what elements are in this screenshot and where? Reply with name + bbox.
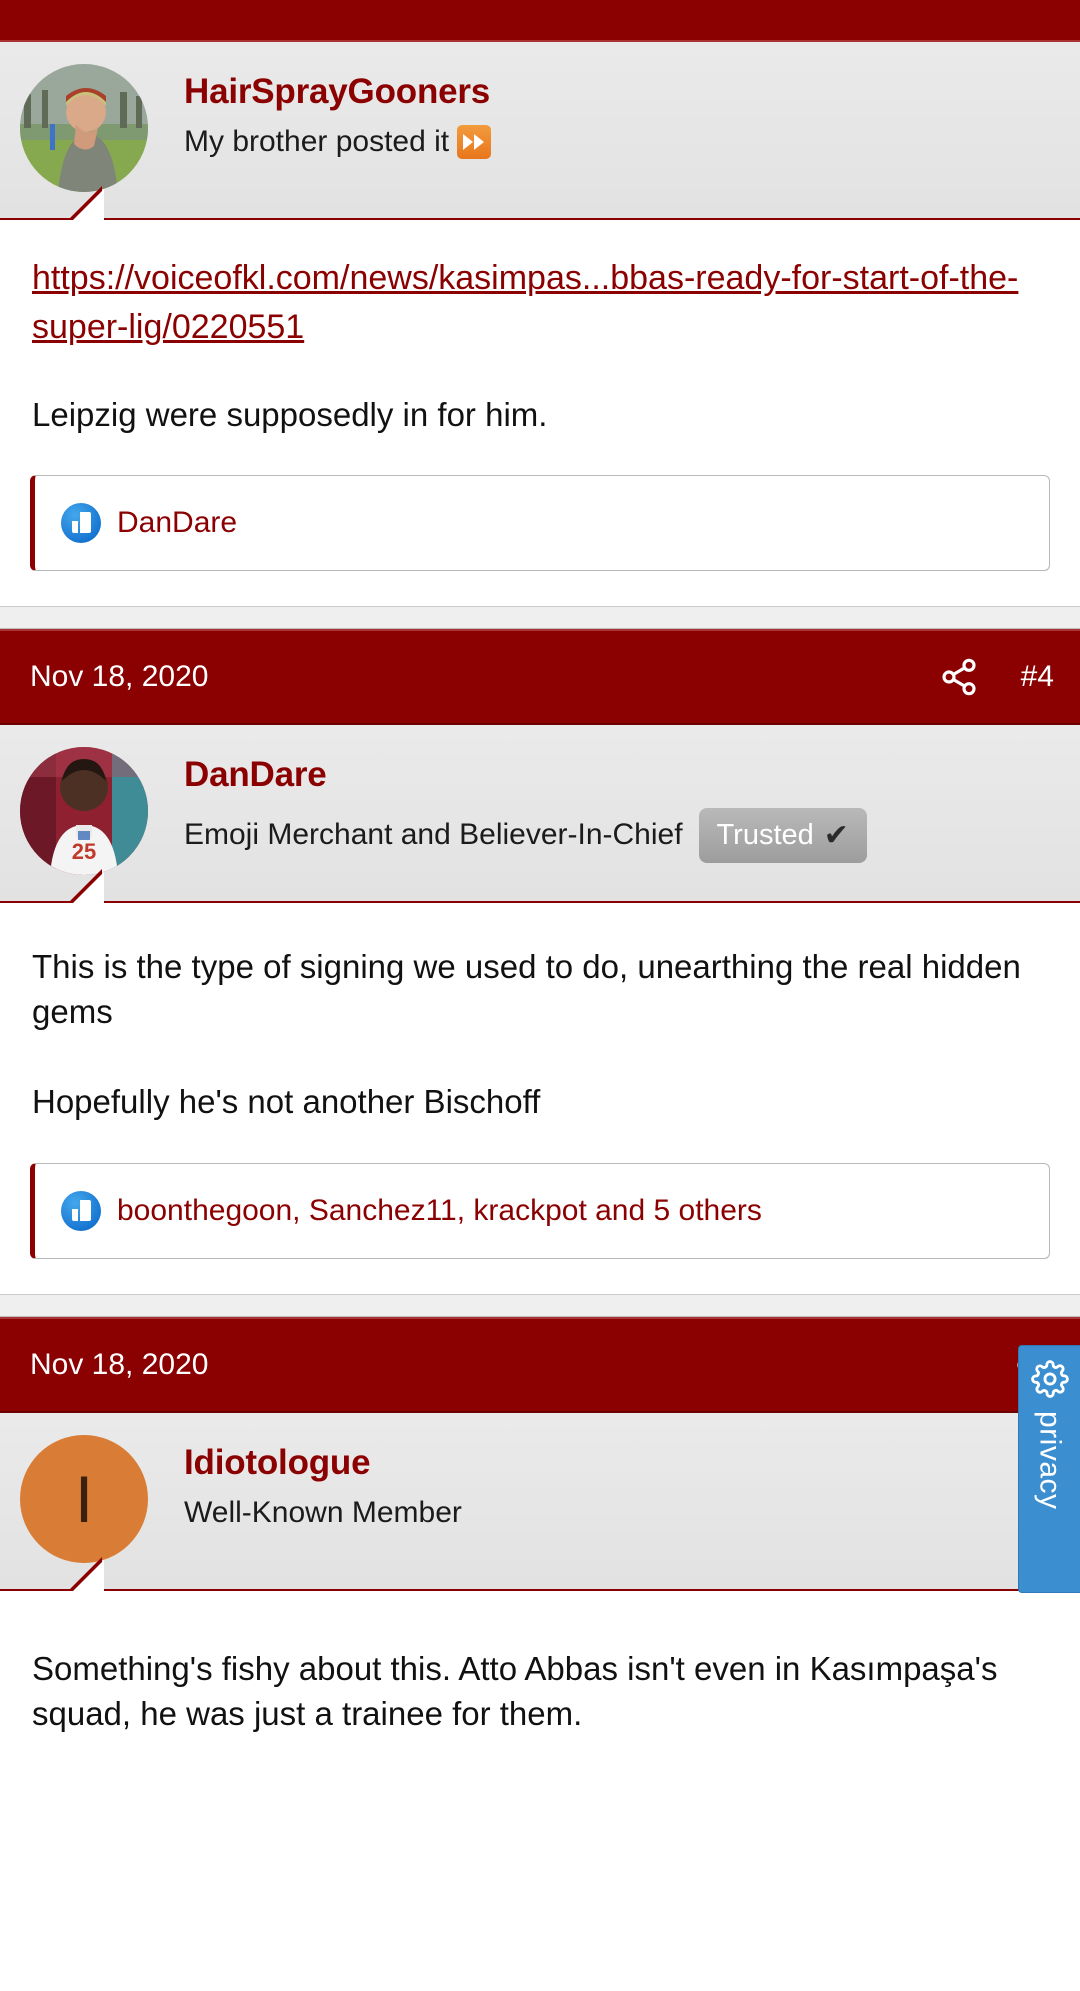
post-text: This is the type of signing we used to d… (32, 948, 1021, 1121)
forum-thread-page: HairSprayGooners My brother posted it ht… (0, 0, 1080, 1991)
post-author-meta: DanDare Emoji Merchant and Believer-In-C… (184, 747, 1060, 863)
post-header: 25 DanDare Emoji Merchant and Believer-I… (0, 725, 1080, 904)
post-header: I Idiotologue Well-Known Member (0, 1412, 1080, 1591)
post-text: Something's fishy about this. Atto Abbas… (32, 1649, 998, 1732)
privacy-tab-label: privacy (1033, 1411, 1067, 1510)
post-body: https://voiceofkl.com/news/kasimpas...bb… (0, 220, 1080, 448)
post-divider (0, 1258, 1080, 1295)
post-author-meta: Idiotologue Well-Known Member (184, 1435, 1060, 1531)
author-name[interactable]: DanDare (184, 755, 1060, 795)
author-name[interactable]: HairSprayGooners (184, 72, 1060, 112)
post-divider (0, 571, 1080, 608)
post-link[interactable]: https://voiceofkl.com/news/kasimpas...bb… (32, 254, 1048, 353)
likers-list[interactable]: boonthegoon, Sanchez11, krackpot and 5 o… (117, 1193, 762, 1229)
header-notch (68, 869, 124, 904)
share-icon[interactable] (939, 657, 979, 697)
app-header-bar (0, 0, 1080, 42)
gear-icon (1030, 1360, 1069, 1403)
header-notch (68, 1556, 124, 1591)
likes-section: DanDare (0, 447, 1080, 572)
header-notch (68, 186, 124, 220)
trusted-badge-label: Trusted (716, 818, 814, 851)
post-hairspraygooners: HairSprayGooners My brother posted it ht… (0, 42, 1080, 630)
post-text: Leipzig were supposedly in for him. (32, 395, 548, 433)
svg-text:25: 25 (72, 839, 96, 864)
post-meta-bar: Nov 18, 2020 #4 (0, 629, 1080, 726)
likes-box[interactable]: DanDare (30, 475, 1050, 572)
author-title: Emoji Merchant and Believer-In-Chief (184, 818, 683, 852)
privacy-tab[interactable]: privacy (1018, 1345, 1080, 1593)
post-date: Nov 18, 2020 (30, 660, 209, 694)
post-header: HairSprayGooners My brother posted it (0, 42, 1080, 220)
post-spacer (0, 607, 1080, 630)
post-body: This is the type of signing we used to d… (0, 903, 1080, 1135)
post-body: Something's fishy about this. Atto Abbas… (0, 1590, 1080, 1747)
post-number[interactable]: #4 (1021, 660, 1054, 694)
post-date: Nov 18, 2020 (30, 1347, 209, 1381)
likes-section: boonthegoon, Sanchez11, krackpot and 5 o… (0, 1135, 1080, 1259)
post-idiotologue: Nov 18, 2020 I Idiotologue Well-Known Me… (0, 1316, 1080, 1747)
author-title: Well-Known Member (184, 1496, 462, 1530)
check-icon: ✔ (823, 818, 849, 852)
fast-forward-emoji (457, 125, 492, 160)
thumbs-up-icon (61, 503, 101, 544)
likers-list[interactable]: DanDare (117, 505, 237, 541)
author-name[interactable]: Idiotologue (184, 1443, 1060, 1483)
thumbs-up-icon (61, 1190, 101, 1231)
avatar[interactable] (20, 64, 148, 192)
likes-box[interactable]: boonthegoon, Sanchez11, krackpot and 5 o… (30, 1162, 1050, 1259)
avatar[interactable]: 25 (20, 747, 148, 876)
post-dandare: Nov 18, 2020 #4 25 DanDare Emoji Merchan… (0, 629, 1080, 1317)
author-title: My brother posted it (184, 125, 450, 159)
post-spacer (0, 1294, 1080, 1317)
avatar[interactable]: I (20, 1434, 148, 1563)
post-meta-bar: Nov 18, 2020 (0, 1316, 1080, 1413)
post-author-meta: HairSprayGooners My brother posted it (184, 64, 1060, 160)
trusted-badge: Trusted ✔ (698, 807, 867, 863)
